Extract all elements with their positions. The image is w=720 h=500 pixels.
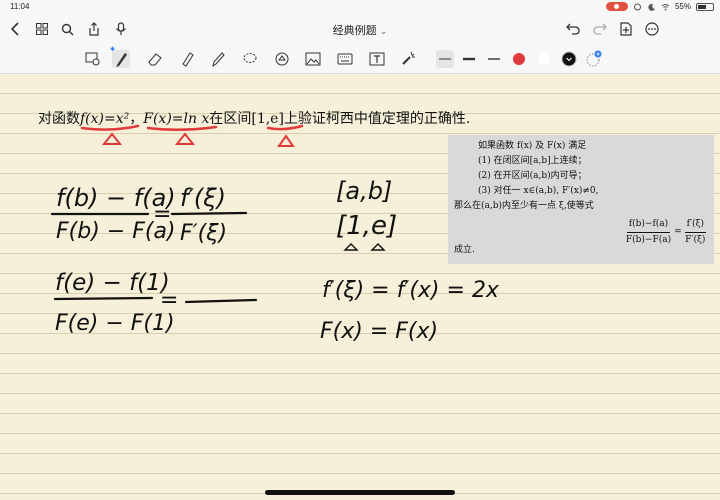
pencil-icon[interactable] — [209, 50, 227, 68]
status-bar: 11:04 55% — [0, 0, 720, 14]
blank-answer-line — [184, 298, 258, 304]
hw-f2-den: F′(ξ) — [180, 221, 227, 246]
fraction-bar-2 — [170, 211, 248, 216]
black-color-swatch[interactable] — [560, 50, 578, 68]
red-triangle-1 — [101, 132, 123, 145]
drawing-toolbar: ✱ — [0, 44, 720, 74]
red-color-swatch[interactable] — [510, 50, 528, 68]
document-title-label[interactable]: 经典例题 — [333, 25, 377, 37]
hw-interval-1e: [1,e] — [336, 211, 397, 241]
fraction-bar-3 — [53, 296, 154, 301]
hw-eq1: = — [153, 202, 171, 227]
moon-icon — [648, 3, 655, 11]
lasso-text-icon[interactable] — [84, 50, 102, 68]
red-underline-3 — [266, 124, 304, 131]
undo-icon[interactable] — [564, 20, 582, 38]
thick-stroke-icon[interactable] — [485, 50, 503, 68]
add-page-icon[interactable] — [617, 20, 635, 38]
highlighter-icon[interactable] — [178, 50, 196, 68]
medium-stroke-icon[interactable] — [460, 50, 478, 68]
hw-f3-den: F(e) − F(1) — [55, 311, 175, 336]
keyboard-icon[interactable] — [336, 50, 354, 68]
shapes-icon[interactable] — [273, 50, 291, 68]
small-triangle-2 — [370, 243, 386, 251]
eraser-icon[interactable] — [146, 50, 164, 68]
image-icon[interactable] — [304, 50, 322, 68]
handwriting-layer: f(b) − f(a) F(b) − F(a) = f′(ξ) F′(ξ) f(… — [50, 124, 500, 344]
status-indicators: 55% — [605, 2, 714, 11]
red-triangle-3 — [277, 134, 295, 147]
red-underline-1 — [80, 124, 140, 131]
nav-bar: 经典例题 ⌄ — [0, 14, 720, 44]
red-annotations — [80, 124, 304, 147]
hw-derivative-F: F(x) = F(x) — [320, 319, 438, 344]
hw-interval-ab: [a,b] — [336, 177, 392, 205]
chevron-down-icon: ⌄ — [379, 26, 388, 36]
textbox-icon[interactable] — [368, 50, 386, 68]
home-indicator[interactable] — [265, 490, 455, 495]
add-color-icon[interactable] — [585, 50, 603, 68]
hw-eq2: = — [160, 288, 178, 313]
note-canvas[interactable]: 对函数f(x)=x²，F(x)=ln x在区间[1,e]上验证柯西中值定理的正确… — [0, 74, 720, 500]
red-underline-2 — [146, 125, 218, 132]
redo-icon[interactable] — [591, 20, 609, 38]
hw-f2-num: f′(ξ) — [180, 184, 226, 212]
more-icon[interactable] — [643, 20, 661, 38]
at-icon — [633, 3, 641, 10]
laser-pointer-icon[interactable] — [399, 50, 417, 68]
thin-stroke-icon[interactable] — [436, 50, 454, 68]
hw-derivative-f: f′(ξ) = f′(x) = 2x — [322, 278, 500, 303]
pen-icon[interactable] — [112, 50, 130, 68]
battery-icon — [696, 2, 714, 11]
red-triangle-2 — [174, 132, 196, 145]
document-title[interactable]: 经典例题 ⌄ — [0, 22, 720, 38]
screen-record-icon[interactable] — [605, 2, 628, 11]
battery-percent: 55% — [674, 2, 691, 11]
hw-f3-num: f(e) − f(1) — [55, 270, 170, 296]
status-time: 11:04 — [10, 2, 30, 11]
wifi-icon — [661, 3, 670, 10]
lasso-icon[interactable] — [241, 50, 259, 68]
white-color-swatch[interactable] — [535, 50, 553, 68]
small-triangle-1 — [343, 243, 359, 251]
